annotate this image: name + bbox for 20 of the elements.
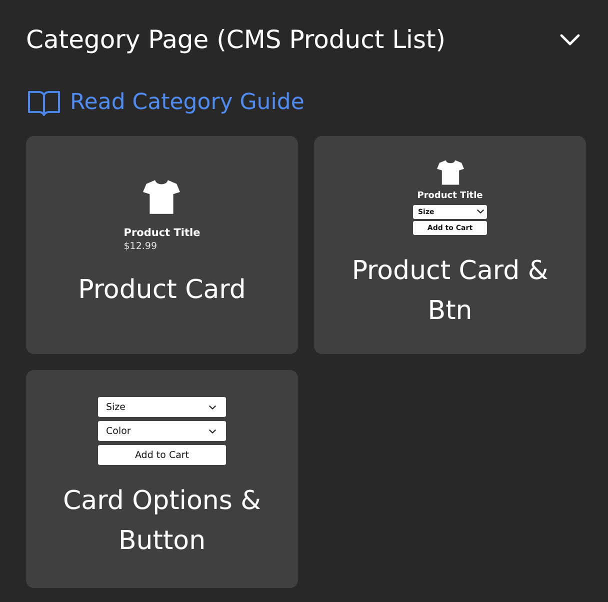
card-title: Product Card xyxy=(78,274,246,307)
product-title: Product Title xyxy=(124,226,200,240)
book-icon xyxy=(28,90,60,116)
product-price: $12.99 xyxy=(124,240,157,254)
caret-icon xyxy=(209,428,216,434)
section-title: Category Page (CMS Product List) xyxy=(26,24,446,56)
dropdown-field: Color xyxy=(98,421,226,441)
dropdown-field: Size xyxy=(98,397,226,417)
caret-icon xyxy=(209,404,216,410)
cart-button: Add to Cart xyxy=(98,445,226,465)
chevron-down-icon[interactable] xyxy=(560,34,580,46)
tshirt-icon xyxy=(436,160,464,184)
product-title: Product Title xyxy=(417,190,483,202)
caret-icon xyxy=(477,209,484,214)
guide-link[interactable]: Read Category Guide xyxy=(26,88,304,118)
tshirt-icon xyxy=(143,180,180,214)
template-card[interactable]: Product Title $12.99 Product Card xyxy=(26,136,298,354)
template-card[interactable]: Size Color Add to Cart Card Options & Button xyxy=(26,370,298,588)
card-title: Product Card & Btn xyxy=(350,254,550,328)
card-title: Card Options & Button xyxy=(62,485,262,558)
